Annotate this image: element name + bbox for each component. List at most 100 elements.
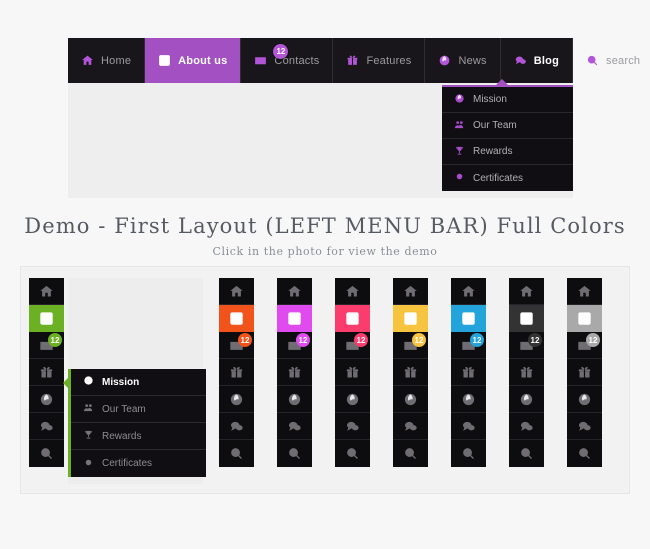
gift-icon: [345, 365, 360, 380]
vertical-menu-item-envelope[interactable]: 12: [335, 332, 370, 359]
blog-dropdown-menu: Mission Our Team Rewards Certificates: [442, 79, 573, 191]
envelope-icon: [254, 54, 267, 67]
vertical-menu-item-search[interactable]: [567, 440, 602, 467]
vertical-menu-item-home[interactable]: [451, 278, 486, 305]
vertical-menu-item-search[interactable]: [393, 440, 428, 467]
search-icon: [461, 446, 476, 461]
vertical-menu-item-edit[interactable]: [567, 305, 602, 332]
topbar-item-news[interactable]: News: [425, 38, 501, 83]
vertical-menu-item-edit[interactable]: [219, 305, 254, 332]
vertical-menu-item-edit[interactable]: [509, 305, 544, 332]
vertical-menu-item-edit[interactable]: [335, 305, 370, 332]
vertical-menu-item-chat[interactable]: [567, 413, 602, 440]
vertical-menu-item-gift[interactable]: [451, 359, 486, 386]
vertical-menu-item-globe[interactable]: [219, 386, 254, 413]
topbar-item-search[interactable]: search: [573, 38, 650, 83]
search-icon: [345, 446, 360, 461]
dropdown-item-our-team[interactable]: Our Team: [442, 113, 573, 139]
vertical-menu-item-home[interactable]: [335, 278, 370, 305]
dropdown-item-rewards[interactable]: Rewards: [442, 139, 573, 165]
vertical-menu-item-gift[interactable]: [393, 359, 428, 386]
vertical-menu-item-globe[interactable]: [335, 386, 370, 413]
vertical-menu-item-search[interactable]: [451, 440, 486, 467]
dropdown-item-label: Rewards: [473, 146, 513, 157]
submenu-item-label: Certificates: [102, 458, 153, 469]
seal-icon: [83, 455, 94, 473]
vertical-menu-item-gift[interactable]: [29, 359, 64, 386]
chat-icon: [519, 419, 534, 434]
vertical-menu-item-globe[interactable]: [451, 386, 486, 413]
vertical-menu-item-gift[interactable]: [277, 359, 312, 386]
vertical-menu-item-home[interactable]: [277, 278, 312, 305]
home-icon: [577, 284, 592, 299]
vertical-menu-item-home[interactable]: [567, 278, 602, 305]
vertical-menu-item-search[interactable]: [509, 440, 544, 467]
vertical-menu-item-edit[interactable]: [29, 305, 64, 332]
globe-icon: [403, 392, 418, 407]
topbar-item-features[interactable]: Features: [333, 38, 426, 83]
vertical-menu-item-chat[interactable]: [219, 413, 254, 440]
chat-icon: [514, 54, 527, 67]
vertical-menu-item-search[interactable]: [29, 440, 64, 467]
vertical-menu-item-envelope[interactable]: 12: [567, 332, 602, 359]
edit-icon: [519, 311, 534, 326]
vertical-menu-item-gift[interactable]: [219, 359, 254, 386]
demo-caption: Demo - First Layout (LEFT MENU BAR) Full…: [0, 214, 650, 258]
submenu-item-certificates[interactable]: Certificates: [71, 450, 206, 477]
vertical-menu-item-chat[interactable]: [451, 413, 486, 440]
vertical-menu-item-chat[interactable]: [393, 413, 428, 440]
vertical-menu-item-chat[interactable]: [277, 413, 312, 440]
vertical-menu-item-envelope[interactable]: 12: [29, 332, 64, 359]
topbar-item-blog[interactable]: Blog: [501, 38, 574, 83]
vertical-menu-orange: 12: [219, 278, 254, 467]
vertical-menu-item-gift[interactable]: [335, 359, 370, 386]
vertical-menu-item-search[interactable]: [277, 440, 312, 467]
submenu-item-rewards[interactable]: Rewards: [71, 423, 206, 450]
gift-icon: [287, 365, 302, 380]
vertical-menu-item-envelope[interactable]: 12: [393, 332, 428, 359]
vertical-menu-item-globe[interactable]: [567, 386, 602, 413]
vertical-menu-item-globe[interactable]: [277, 386, 312, 413]
dropdown-item-certificates[interactable]: Certificates: [442, 165, 573, 191]
vertical-menu-item-gift[interactable]: [567, 359, 602, 386]
topbar-item-home[interactable]: Home: [68, 38, 146, 83]
search-icon: [586, 54, 599, 67]
topbar-item-about-us[interactable]: About us: [145, 38, 242, 83]
home-icon: [81, 54, 94, 67]
vertical-menu-item-globe[interactable]: [29, 386, 64, 413]
vertical-menu-item-home[interactable]: [509, 278, 544, 305]
globe-icon: [438, 54, 451, 67]
gift-icon: [346, 54, 359, 67]
vertical-menu-item-envelope[interactable]: 12: [277, 332, 312, 359]
vertical-menu-item-globe[interactable]: [509, 386, 544, 413]
vertical-menu-item-globe[interactable]: [393, 386, 428, 413]
dropdown-item-mission[interactable]: Mission: [442, 87, 573, 113]
vertical-menu-item-envelope[interactable]: 12: [219, 332, 254, 359]
home-icon: [461, 284, 476, 299]
vertical-menu-item-search[interactable]: [219, 440, 254, 467]
vertical-menu-item-envelope[interactable]: 12: [451, 332, 486, 359]
bottom-demo-preview: 12 12 12 12 12 12 12 12 Mission Our Team Rewards C…: [20, 266, 630, 494]
vertical-menu-item-envelope[interactable]: 12: [509, 332, 544, 359]
gift-icon: [229, 365, 244, 380]
chat-icon: [287, 419, 302, 434]
submenu-item-mission[interactable]: Mission: [71, 369, 206, 396]
vertical-menu-item-home[interactable]: [393, 278, 428, 305]
vertical-menu-item-home[interactable]: [219, 278, 254, 305]
vertical-menu-item-chat[interactable]: [29, 413, 64, 440]
vertical-menu-item-edit[interactable]: [277, 305, 312, 332]
topbar-item-contacts[interactable]: Contacts 12: [241, 38, 334, 83]
submenu-item-our-team[interactable]: Our Team: [71, 396, 206, 423]
vertical-menu-item-home[interactable]: [29, 278, 64, 305]
vertical-menu-item-edit[interactable]: [393, 305, 428, 332]
vertical-menu-item-search[interactable]: [335, 440, 370, 467]
search-icon: [229, 446, 244, 461]
vertical-menu-bar: 12: [509, 278, 544, 467]
gift-icon: [39, 365, 54, 380]
vertical-menu-bar: 12: [567, 278, 602, 467]
vertical-menu-item-chat[interactable]: [509, 413, 544, 440]
vertical-menu-item-gift[interactable]: [509, 359, 544, 386]
vertical-menu-item-edit[interactable]: [451, 305, 486, 332]
vertical-menu-item-chat[interactable]: [335, 413, 370, 440]
vertical-menu-blue: 12: [451, 278, 486, 467]
